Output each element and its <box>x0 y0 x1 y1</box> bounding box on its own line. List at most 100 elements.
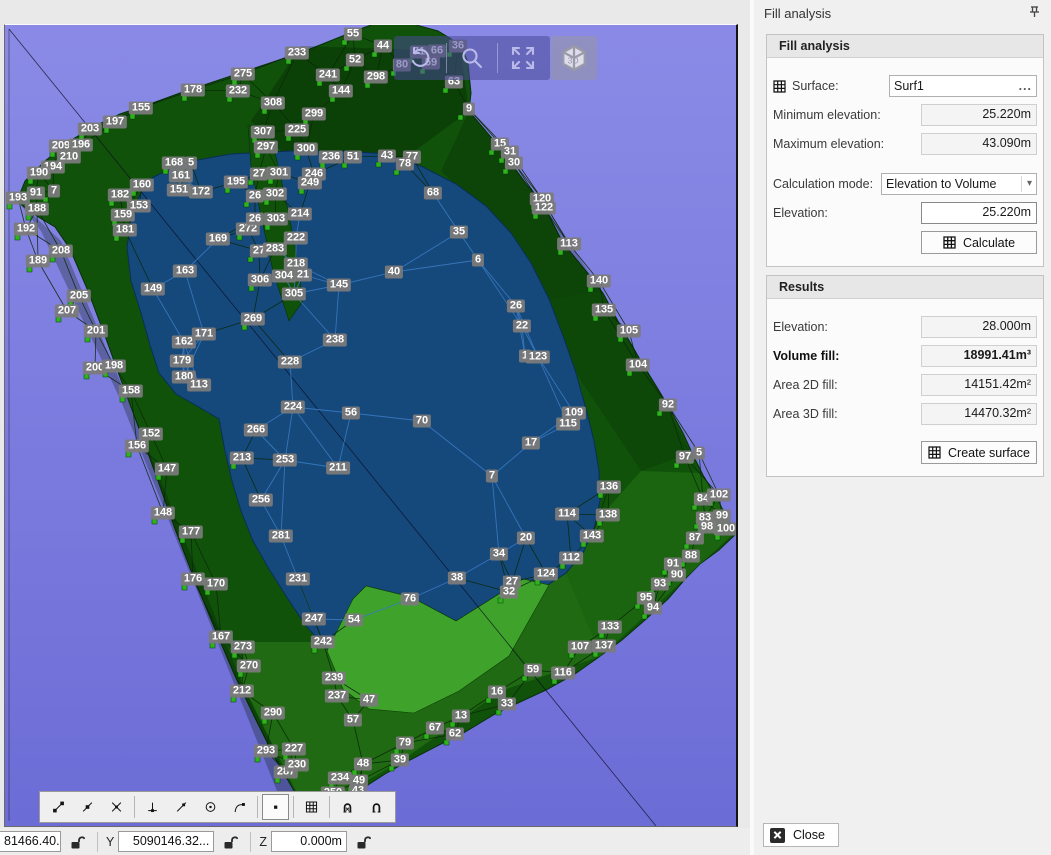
point-label-layer: 5544527166805936639298241233275232178144… <box>5 25 736 826</box>
perpendicular-snap-button[interactable] <box>139 794 166 820</box>
point-label: 143 <box>580 530 604 543</box>
point-label: 147 <box>155 463 179 476</box>
point-label: 236 <box>319 151 343 164</box>
close-button[interactable]: Close <box>763 823 839 847</box>
point-label: 212 <box>230 685 254 698</box>
z-coordinate-input[interactable]: 0.000m <box>271 831 347 852</box>
fit-view-button[interactable] <box>502 38 544 78</box>
grid-snap-button[interactable] <box>298 794 325 820</box>
point-label: 22 <box>513 320 531 333</box>
center-snap-button[interactable] <box>197 794 224 820</box>
point-label: 112 <box>559 552 583 565</box>
min-elevation-label: Minimum elevation: <box>773 108 881 122</box>
endpoint-snap-button[interactable] <box>45 794 72 820</box>
point-label: 281 <box>269 530 293 543</box>
z-label: Z <box>259 835 267 849</box>
point-label: 283 <box>263 243 287 256</box>
elevation-input[interactable]: 25.220m <box>921 202 1037 224</box>
point-label: 9 <box>463 103 475 116</box>
x-coordinate-input[interactable]: 81466.40... <box>0 831 61 852</box>
point-label: 43 <box>378 150 396 163</box>
y-coordinate-input[interactable]: 5090146.32... <box>118 831 214 852</box>
pin-icon[interactable] <box>1028 5 1041 21</box>
point-label: 172 <box>189 186 213 199</box>
max-elevation-value: 43.090m <box>921 133 1037 155</box>
results-title: Results <box>767 276 1043 299</box>
z-lock-icon[interactable] <box>355 834 371 850</box>
point-label: 298 <box>364 71 388 84</box>
zoom-button[interactable] <box>451 38 493 78</box>
point-label: 135 <box>592 304 616 317</box>
point-label: 201 <box>84 325 108 338</box>
point-label: 178 <box>181 84 205 97</box>
point-label: 114 <box>555 508 579 521</box>
tangent-snap-button[interactable] <box>226 794 253 820</box>
point-label: 239 <box>322 672 346 685</box>
point-label: 44 <box>374 40 392 53</box>
point-label: 56 <box>342 407 360 420</box>
point-label: 88 <box>682 550 700 563</box>
application-window: 5544527166805936639298241233275232178144… <box>0 0 1051 855</box>
point-label: 30 <box>505 157 523 170</box>
point-label: 156 <box>125 440 149 453</box>
point-label: 107 <box>568 641 592 654</box>
point-label: 145 <box>327 279 351 292</box>
point-label: 233 <box>285 47 309 60</box>
grid-snap-icon <box>305 798 318 816</box>
point-label: 303 <box>264 213 288 226</box>
nearest-snap-icon <box>175 798 188 816</box>
calc-mode-dropdown[interactable]: Elevation to Volume ▾ <box>881 173 1037 195</box>
snap-toolbar <box>39 791 396 823</box>
nearest-snap-button[interactable] <box>168 794 195 820</box>
result-area3d-value: 14470.32m² <box>921 403 1037 425</box>
point-label: 136 <box>597 481 621 494</box>
view-cube-area: 3D <box>551 36 597 80</box>
point-label: 198 <box>102 360 126 373</box>
point-label: 91 <box>664 558 682 571</box>
create-surface-button[interactable]: Create surface <box>921 441 1037 464</box>
point-label: 249 <box>298 177 322 190</box>
point-label: 192 <box>14 223 38 236</box>
panel-title: Fill analysis <box>764 6 831 21</box>
point-label: 57 <box>344 714 362 727</box>
point-label: 213 <box>230 452 254 465</box>
snap-on-button[interactable] <box>363 794 390 820</box>
surface-value: Surf1 <box>894 78 924 95</box>
3d-viewport[interactable]: 5544527166805936639298241233275232178144… <box>4 24 738 827</box>
point-label: 52 <box>346 54 364 67</box>
y-lock-icon[interactable] <box>222 834 238 850</box>
calculator-icon <box>943 236 956 249</box>
point-label: 214 <box>288 208 312 221</box>
point-label: 26 <box>246 213 264 226</box>
x-lock-icon[interactable] <box>69 834 85 850</box>
point-label: 48 <box>354 758 372 771</box>
point-label: 167 <box>209 631 233 644</box>
browse-surface-button[interactable]: ... <box>1019 78 1032 95</box>
point-label: 273 <box>231 641 255 654</box>
point-label: 7 <box>486 470 498 483</box>
point-label: 256 <box>249 494 273 507</box>
point-label: 34 <box>490 548 508 561</box>
point-label: 197 <box>103 116 127 129</box>
point-label: 224 <box>281 401 305 414</box>
perpendicular-snap-icon <box>146 798 159 816</box>
point-label: 94 <box>644 602 662 615</box>
point-label: 299 <box>302 108 326 121</box>
midpoint-snap-button[interactable] <box>74 794 101 820</box>
point-label: 26 <box>246 190 264 203</box>
point-snap-button[interactable] <box>262 794 289 820</box>
orbit-icon <box>407 44 435 72</box>
view-cube-button[interactable]: 3D <box>553 38 595 78</box>
point-label: 32 <box>500 586 518 599</box>
snap-off-button[interactable] <box>334 794 361 820</box>
point-label: 51 <box>344 151 362 164</box>
intersection-snap-button[interactable] <box>103 794 130 820</box>
orbit-button[interactable] <box>400 38 442 78</box>
point-label: 5 <box>185 157 197 170</box>
calculate-button[interactable]: Calculate <box>921 231 1037 254</box>
point-label: 7 <box>48 185 60 198</box>
result-area2d-label: Area 2D fill: <box>773 378 838 392</box>
point-label: 203 <box>78 123 102 136</box>
point-label: 26 <box>507 300 525 313</box>
surface-input[interactable]: Surf1 ... <box>889 75 1037 97</box>
